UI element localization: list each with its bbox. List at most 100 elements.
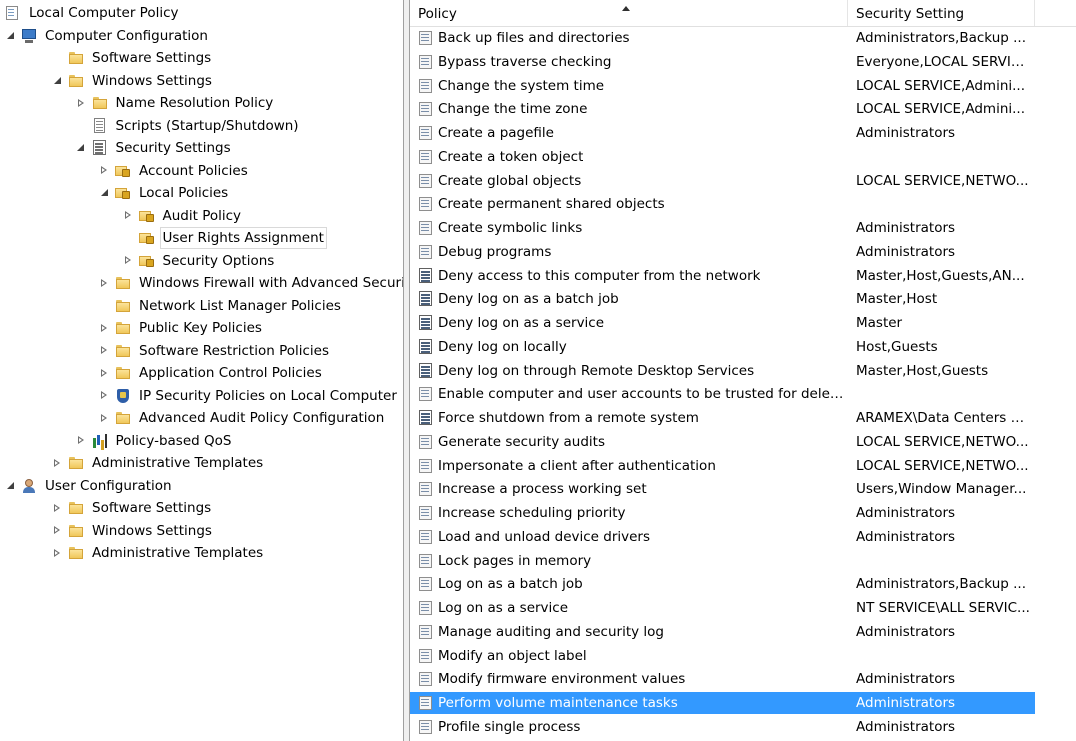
security-setting-cell: Administrators (856, 505, 956, 521)
expand-arrow-icon[interactable] (99, 272, 110, 294)
deny-right-icon (418, 315, 434, 331)
tree-node[interactable]: Account Policies (99, 160, 251, 182)
tree-node[interactable]: Policy-based QoS (76, 430, 235, 452)
tree-node[interactable]: Scripts (Startup/Shutdown) (76, 115, 302, 137)
tree-node[interactable]: Network List Manager Policies (99, 295, 344, 317)
tree-node-label: Network List Manager Policies (139, 297, 341, 314)
policy-row[interactable]: Force shutdown from a remote system ARAME… (410, 407, 1035, 429)
tree-node[interactable]: Security Options (123, 250, 278, 272)
policy-row[interactable]: Modify firmware environment values Admini… (410, 668, 1035, 690)
expand-arrow-icon[interactable] (76, 430, 87, 452)
tree-node[interactable]: Software Settings (52, 47, 214, 69)
tree-node-label: Windows Firewall with Advanced Security (139, 275, 404, 291)
expand-arrow-icon[interactable] (99, 160, 110, 182)
tree-node[interactable]: Name Resolution Policy (76, 92, 277, 114)
policy-row[interactable]: Deny log on through Remote Desktop Servi… (410, 360, 1035, 382)
policy-row[interactable]: Deny log on locally Host,Guests (410, 336, 1035, 358)
tree-node[interactable]: Administrative Templates (52, 452, 266, 474)
tree-node[interactable]: Software Settings (52, 497, 214, 519)
chart-icon (92, 433, 108, 449)
policy-row[interactable]: Enable computer and user accounts to be … (410, 383, 1035, 405)
expand-arrow-icon[interactable] (123, 205, 134, 227)
policy-row[interactable]: Increase scheduling priority Administrato… (410, 502, 1035, 524)
column-header-policy[interactable]: Policy (410, 0, 848, 26)
collapse-arrow-icon[interactable] (52, 70, 63, 92)
tree-node[interactable]: Windows Settings (52, 520, 215, 542)
policy-row[interactable]: Deny log on as a service Master (410, 312, 1035, 334)
collapse-arrow-icon[interactable] (76, 137, 87, 159)
policy-row[interactable]: Debug programs Administrators (410, 241, 1035, 263)
tree-node[interactable]: Computer Configuration (5, 25, 211, 47)
tree-node[interactable]: Application Control Policies (99, 362, 325, 384)
collapse-arrow-icon[interactable] (5, 475, 16, 497)
tree-node[interactable]: Software Restriction Policies (99, 340, 332, 362)
expand-arrow-icon[interactable] (99, 340, 110, 362)
policy-row[interactable]: Create permanent shared objects (410, 193, 1035, 215)
folder-icon (68, 455, 84, 471)
collapse-arrow-icon[interactable] (99, 182, 110, 204)
policy-row[interactable]: Generate security audits LOCAL SERVICE,NE… (410, 431, 1035, 453)
policy-row[interactable]: Impersonate a client after authenticatio… (410, 455, 1035, 477)
policy-cell: Lock pages in memory (418, 550, 846, 572)
tree-node[interactable]: Windows Settings (52, 70, 215, 92)
policy-row[interactable]: Deny access to this computer from the ne… (410, 265, 1035, 287)
tree-node[interactable]: Local Policies (99, 182, 231, 204)
expand-arrow-icon[interactable] (52, 452, 63, 474)
policy-cell: Manage auditing and security log (418, 621, 846, 643)
expand-arrow-icon[interactable] (99, 407, 110, 429)
policy-row[interactable]: Load and unload device drivers Administra… (410, 526, 1035, 548)
policy-row[interactable]: Deny log on as a batch job Master,Host (410, 288, 1035, 310)
tree-node-label: Windows Settings (92, 522, 212, 539)
tree-node[interactable]: User Configuration (5, 475, 175, 497)
tree-node[interactable]: Advanced Audit Policy Configuration (99, 407, 387, 429)
collapse-arrow-icon[interactable] (5, 25, 16, 47)
policy-row[interactable]: Create a token object (410, 146, 1035, 168)
tree-node[interactable]: User Rights Assignment (123, 227, 327, 249)
expand-arrow-icon[interactable] (52, 497, 63, 519)
policy-row[interactable]: Increase a process working set Users,Wind… (410, 478, 1035, 500)
policy-cell: Create symbolic links (418, 217, 846, 239)
expand-arrow-icon[interactable] (99, 317, 110, 339)
tree-node[interactable]: IP Security Policies on Local Computer (99, 385, 400, 407)
expand-arrow-icon[interactable] (99, 362, 110, 384)
policy-row[interactable]: Lock pages in memory (410, 550, 1035, 572)
tree-node[interactable]: Audit Policy (123, 205, 245, 227)
console-tree[interactable]: Local Computer Policy Computer Configurat… (0, 0, 404, 741)
policy-row[interactable]: Perform volume maintenance tasks Administ… (410, 692, 1035, 714)
tree-node-label: Software Settings (92, 50, 212, 66)
policy-row[interactable]: Manage auditing and security log Administ… (410, 621, 1035, 643)
policy-row[interactable]: Profile single process Administrators (410, 716, 1035, 738)
tree-node[interactable]: Security Settings (76, 137, 234, 159)
policy-row[interactable]: Back up files and directories Administrat… (410, 27, 1035, 49)
policy-row[interactable]: Create symbolic links Administrators (410, 217, 1035, 239)
column-header-security-setting[interactable]: Security Setting (848, 0, 1035, 26)
policy-row[interactable]: Modify an object label (410, 645, 1035, 667)
policy-row[interactable]: Log on as a service NT SERVICE\ALL SERVIC… (410, 597, 1035, 619)
expand-arrow-icon[interactable] (52, 520, 63, 542)
user-right-icon (418, 624, 434, 640)
policy-row[interactable]: Create global objects LOCAL SERVICE,NETWO… (410, 170, 1035, 192)
policy-row[interactable]: Change the time zone LOCAL SERVICE,Admini… (410, 98, 1035, 120)
expand-arrow-icon[interactable] (52, 542, 63, 564)
policy-row[interactable]: Bypass traverse checking Everyone,LOCAL S… (410, 51, 1035, 73)
expand-arrow-icon[interactable] (99, 385, 110, 407)
expand-arrow-icon[interactable] (123, 250, 134, 272)
tree-node[interactable]: Public Key Policies (99, 317, 265, 339)
expand-arrow-icon[interactable] (76, 92, 87, 114)
user-right-icon (418, 78, 434, 94)
user-right-icon (418, 719, 434, 735)
policy-row[interactable]: Change the system time LOCAL SERVICE,Admi… (410, 75, 1035, 97)
policy-name: Bypass traverse checking (438, 53, 612, 70)
policy-name: Create a pagefile (438, 125, 554, 141)
tree-node[interactable]: Administrative Templates (52, 542, 266, 564)
policy-name: Manage auditing and security log (438, 623, 664, 640)
user-right-icon (418, 600, 434, 616)
tree-node-label: Name Resolution Policy (115, 95, 274, 111)
security-setting-cell: ARAMEX\Data Centers S... (856, 410, 1031, 426)
tree-node-label: Policy-based QoS (115, 432, 232, 449)
policy-row[interactable]: Create a pagefile Administrators (410, 122, 1035, 144)
tree-node[interactable]: Local Computer Policy (0, 2, 182, 24)
tree-node[interactable]: Windows Firewall with Advanced Security (99, 272, 404, 294)
policy-row[interactable]: Log on as a batch job Administrators,Back… (410, 573, 1035, 595)
